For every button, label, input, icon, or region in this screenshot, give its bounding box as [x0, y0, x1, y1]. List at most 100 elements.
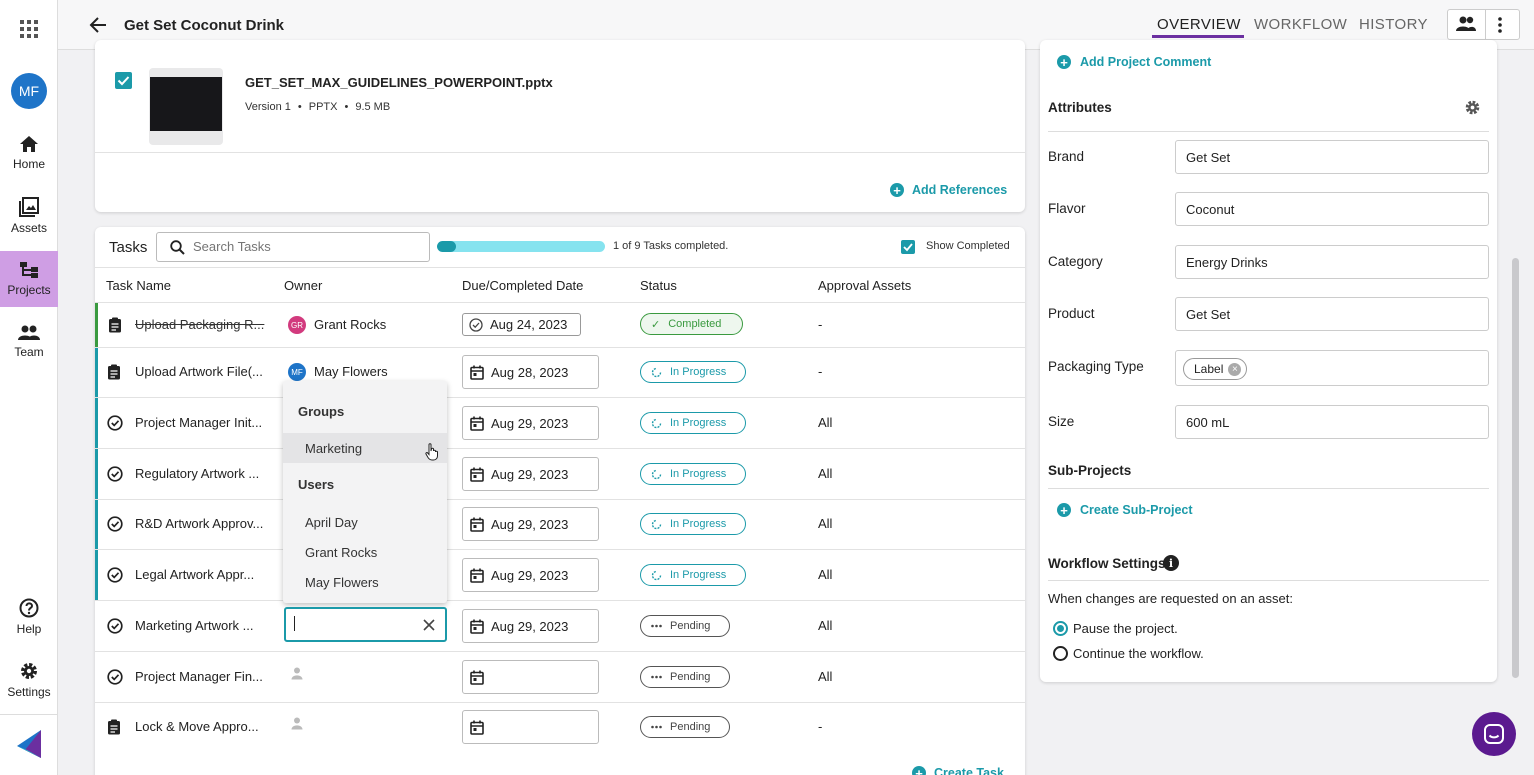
task-name[interactable]: Project Manager Init...	[135, 415, 262, 430]
sidebar-item-team[interactable]: Team	[0, 314, 58, 370]
column-header-due-date[interactable]: Due/Completed Date	[462, 278, 583, 293]
sidebar-item-help[interactable]: Help	[0, 589, 58, 645]
more-options-icon[interactable]	[1498, 17, 1502, 33]
dropdown-option-user[interactable]: May Flowers	[305, 575, 379, 590]
in-progress-icon	[651, 469, 662, 480]
task-name[interactable]: Lock & Move Appro...	[135, 719, 259, 734]
in-progress-icon	[651, 570, 662, 581]
status-label: In Progress	[670, 518, 727, 530]
reference-filename[interactable]: GET_SET_MAX_GUIDELINES_POWERPOINT.pptx	[245, 75, 553, 90]
task-name[interactable]: Upload Artwork File(...	[135, 364, 263, 379]
unassigned-person-icon[interactable]	[291, 667, 303, 680]
sidebar-item-settings[interactable]: Settings	[0, 652, 58, 708]
calendar-icon	[470, 670, 484, 685]
attribute-product-field[interactable]: Get Set	[1175, 297, 1489, 331]
calendar-icon	[470, 365, 484, 380]
attribute-packaging-type-field[interactable]: Label ×	[1175, 350, 1489, 386]
search-icon	[170, 240, 185, 255]
row-status-stripe	[95, 449, 98, 500]
approval-assets: All	[818, 466, 833, 481]
sidebar-item-home[interactable]: Home	[0, 125, 58, 181]
file-thumbnail[interactable]	[149, 68, 223, 145]
task-name[interactable]: R&D Artwork Approv...	[135, 516, 263, 531]
column-header-task-name[interactable]: Task Name	[106, 278, 171, 293]
sidebar-item-label: Assets	[10, 221, 47, 235]
divider	[95, 152, 1025, 153]
column-header-owner[interactable]: Owner	[284, 278, 322, 293]
dropdown-option-group[interactable]: Marketing	[305, 441, 362, 456]
sidebar-item-projects[interactable]: Projects	[0, 251, 58, 307]
search-tasks-input[interactable]	[193, 239, 413, 254]
pause-project-label[interactable]: Pause the project.	[1073, 621, 1178, 636]
status-badge: Pending	[640, 716, 730, 738]
task-name[interactable]: Project Manager Fin...	[135, 669, 263, 684]
assets-icon	[19, 197, 39, 217]
tab-history[interactable]: HISTORY	[1359, 16, 1428, 33]
due-date-field[interactable]: Aug 29, 2023	[462, 558, 599, 592]
tab-workflow[interactable]: WORKFLOW	[1254, 16, 1347, 33]
due-date-field[interactable]: Aug 28, 2023	[462, 355, 599, 389]
due-date-field[interactable]	[462, 710, 599, 744]
attribute-category-field[interactable]: Energy Drinks	[1175, 245, 1489, 279]
task-name[interactable]: Regulatory Artwork ...	[135, 466, 259, 481]
task-name[interactable]: Marketing Artwork ...	[135, 618, 253, 633]
column-header-approval-assets[interactable]: Approval Assets	[818, 278, 911, 293]
search-tasks-field[interactable]	[156, 232, 430, 262]
owner-input[interactable]	[294, 616, 414, 631]
create-task-label: Create Task	[934, 766, 1004, 775]
attribute-label: Product	[1048, 306, 1095, 321]
dropdown-option-user[interactable]: Grant Rocks	[305, 545, 377, 560]
continue-workflow-label[interactable]: Continue the workflow.	[1073, 646, 1204, 661]
sidebar-item-assets[interactable]: Assets	[0, 188, 58, 244]
column-header-status[interactable]: Status	[640, 278, 677, 293]
radio-dot	[1057, 625, 1064, 632]
approval-assets: All	[818, 567, 833, 582]
task-name[interactable]: Upload Packaging R...	[135, 317, 264, 332]
status-badge: Pending	[640, 615, 730, 637]
back-arrow-icon[interactable]	[89, 16, 107, 34]
task-owner[interactable]: Grant Rocks	[314, 317, 386, 332]
close-icon[interactable]	[423, 619, 435, 631]
unassigned-person-icon[interactable]	[291, 717, 303, 730]
task-date: Aug 29, 2023	[491, 416, 569, 431]
create-subproject-button[interactable]: + Create Sub-Project	[1057, 503, 1193, 517]
add-references-button[interactable]: + Add References	[890, 183, 1007, 197]
attribute-size-field[interactable]: 600 mL	[1175, 405, 1489, 439]
dropdown-option-user[interactable]: April Day	[305, 515, 358, 530]
attribute-flavor-field[interactable]: Coconut	[1175, 192, 1489, 226]
tab-overview[interactable]: OVERVIEW	[1157, 16, 1241, 33]
divider	[1048, 580, 1489, 581]
attribute-brand-field[interactable]: Get Set	[1175, 140, 1489, 174]
dropdown-groups-header: Groups	[298, 404, 345, 419]
chat-launcher-button[interactable]	[1472, 712, 1516, 756]
user-avatar[interactable]: MF	[11, 73, 47, 109]
members-icon[interactable]	[1455, 16, 1477, 32]
task-name[interactable]: Legal Artwork Appr...	[135, 567, 254, 582]
add-project-comment-button[interactable]: + Add Project Comment	[1057, 55, 1211, 69]
sidebar-item-label: Projects	[7, 283, 51, 297]
add-circle-icon: +	[912, 766, 926, 775]
info-icon[interactable]: i	[1163, 555, 1179, 571]
due-date-field[interactable]: Aug 29, 2023	[462, 609, 599, 643]
attribute-label: Flavor	[1048, 201, 1086, 216]
show-completed-checkbox[interactable]	[901, 240, 915, 254]
create-task-button[interactable]: + Create Task	[912, 766, 1004, 775]
create-subproject-label: Create Sub-Project	[1080, 503, 1193, 517]
reference-checkbox[interactable]	[115, 72, 132, 89]
owner-input-field[interactable]	[284, 607, 447, 642]
task-owner[interactable]: May Flowers	[314, 364, 388, 379]
scrollbar-thumb[interactable]	[1512, 258, 1519, 678]
gear-icon[interactable]	[1464, 99, 1481, 116]
due-date-field[interactable]: Aug 29, 2023	[462, 406, 599, 440]
continue-workflow-radio[interactable]	[1053, 646, 1068, 661]
task-date: Aug 29, 2023	[491, 517, 569, 532]
pause-project-radio[interactable]	[1053, 621, 1068, 636]
due-date-field[interactable]: Aug 29, 2023	[462, 507, 599, 541]
status-badge: In Progress	[640, 463, 746, 485]
due-date-field[interactable]	[462, 660, 599, 694]
chip-remove-icon[interactable]: ×	[1228, 362, 1242, 376]
app-launcher-icon[interactable]	[19, 19, 39, 39]
due-date-field[interactable]: Aug 29, 2023	[462, 457, 599, 491]
pending-icon	[651, 725, 662, 729]
hand-cursor-icon	[425, 443, 438, 461]
